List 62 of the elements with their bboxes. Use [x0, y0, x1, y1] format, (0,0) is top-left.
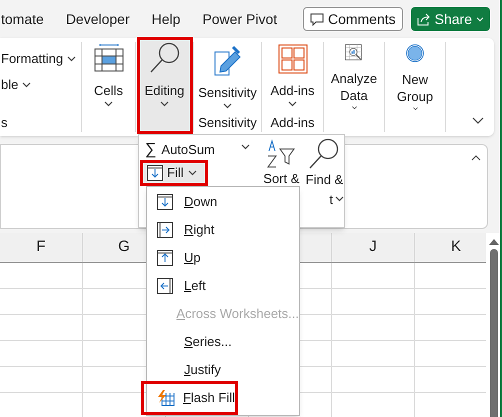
menu-item[interactable]: Justify [147, 356, 299, 384]
fill-down-icon [157, 194, 173, 210]
chevron-icon [334, 196, 344, 202]
ribbon-tab[interactable]: Power Pivot [202, 8, 278, 30]
comments-button[interactable]: Comments [302, 7, 403, 31]
fill-down-icon [147, 165, 163, 181]
chevron-icon [223, 103, 232, 109]
ribbon-button[interactable]: New Group [383, 42, 447, 110]
column-header[interactable]: G [118, 236, 130, 259]
group-label: Sensitivity [198, 114, 257, 132]
chevron-icon [104, 101, 113, 107]
menu-item[interactable]: Down [147, 188, 299, 216]
column-header[interactable]: F [36, 236, 46, 259]
chevron-icon[interactable] [472, 117, 484, 124]
chevron-icon [67, 56, 76, 62]
column-header[interactable]: J [369, 236, 377, 259]
fill-button[interactable]: Fill [143, 163, 205, 183]
ribbon-item[interactable]: Formatting [1, 46, 81, 72]
search-icon [308, 138, 340, 170]
menu-item[interactable]: Up [147, 244, 299, 272]
fill-left-icon [157, 278, 173, 294]
sort-filter-label[interactable]: Sort & [263, 169, 300, 188]
find-select-label[interactable]: Find & [306, 170, 344, 190]
ribbon-tab[interactable]: tomate [1, 8, 44, 30]
chevron-icon [160, 101, 169, 107]
menu-item[interactable]: Right [147, 216, 299, 244]
ribbon-tab[interactable]: Developer [66, 8, 130, 30]
chevron-icon [22, 82, 32, 88]
ribbon-button[interactable]: Add-ins [260, 42, 324, 110]
group-label: s [1, 114, 8, 132]
sigma-icon: ∑ [145, 142, 156, 158]
fill-right-icon [157, 222, 173, 238]
search-icon [148, 42, 180, 74]
grid-icon [278, 44, 308, 74]
collapse-icon[interactable] [471, 155, 481, 161]
chevron-icon [240, 144, 250, 150]
share-icon [416, 12, 431, 26]
menu-item[interactable]: Flash Fill [144, 384, 235, 412]
chevron-icon [188, 170, 197, 176]
ribbon-button[interactable]: Sensitivity [196, 42, 260, 110]
comment-icon [310, 12, 324, 26]
chevron-icon [350, 106, 358, 110]
group-label: Add-ins [270, 114, 315, 132]
ribbon-item[interactable]: ble [1, 72, 81, 98]
find-select-label[interactable]: t [329, 190, 333, 209]
ribbon-button[interactable]: Editing [140, 40, 190, 131]
chevron-icon [410, 106, 420, 110]
chevron-icon [288, 101, 297, 107]
autosum-button[interactable]: ∑ AutoSum [145, 141, 241, 159]
table-icon [94, 44, 124, 74]
fill-up-icon [157, 250, 173, 266]
document-tag-icon [212, 44, 242, 76]
flash-fill-icon [157, 390, 175, 406]
menu-item[interactable]: Series... [147, 328, 299, 356]
sort-filter-icon [266, 139, 296, 169]
column-header[interactable]: K [450, 236, 461, 259]
menu-item[interactable]: Left [147, 272, 299, 300]
ribbon-button[interactable]: Analyze Data [322, 42, 386, 110]
chevron-icon [476, 16, 484, 22]
ribbon-tab[interactable]: Help [152, 8, 180, 30]
scroll-up-icon[interactable] [489, 239, 499, 245]
share-button[interactable]: Share [410, 7, 490, 31]
